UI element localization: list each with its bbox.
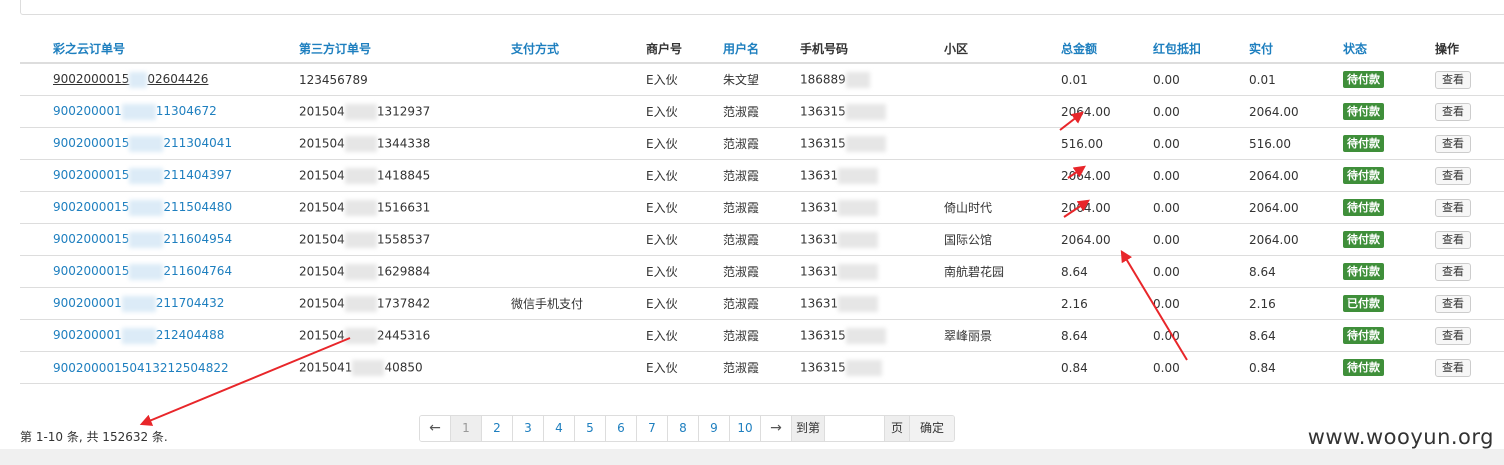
annotation-arrows	[139, 111, 1188, 426]
arrow-to-total-row2	[1059, 111, 1084, 131]
arrow-to-total-row4	[1067, 165, 1086, 179]
arrow-to-total-row5	[1063, 199, 1090, 218]
arrow-to-total-row6	[1120, 249, 1188, 361]
arrow-to-summary	[139, 337, 351, 426]
